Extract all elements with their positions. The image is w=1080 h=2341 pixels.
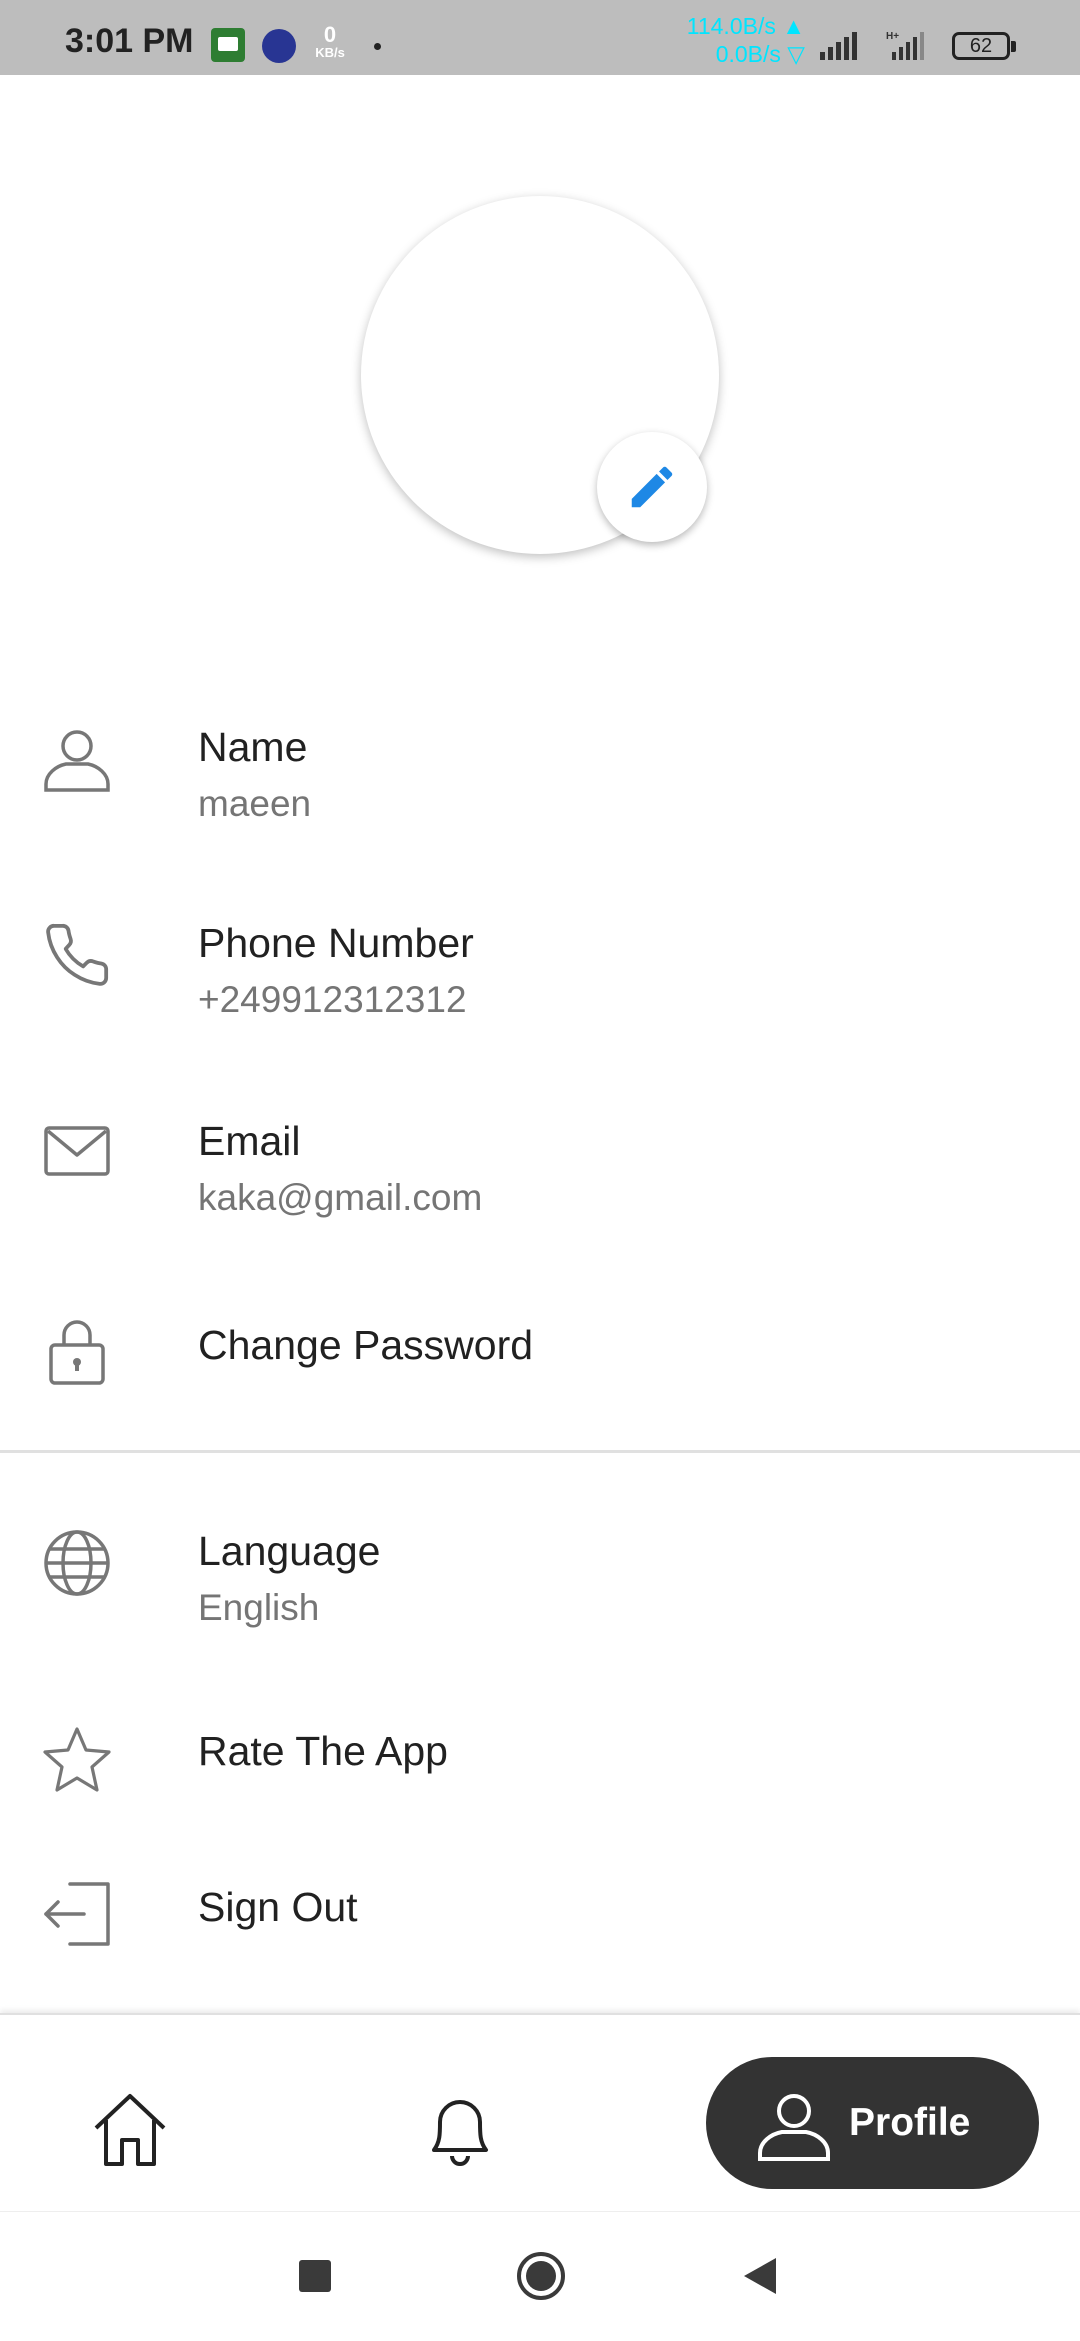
svg-text:H+: H+ (886, 31, 899, 42)
status-bar: 3:01 PM 0 KB/s 114.0B/s ▲ 0.0B/s ▽ H+ 62 (0, 0, 1080, 75)
language-label: Language (198, 1528, 381, 1574)
system-home-icon[interactable] (515, 2250, 567, 2302)
download-speed: 0.0B/s ▽ (715, 41, 805, 67)
phone-label: Phone Number (198, 920, 474, 966)
back-icon[interactable] (742, 2256, 778, 2296)
network-speed: 114.0B/s ▲ 0.0B/s ▽ (655, 12, 805, 68)
phone-value: +249912312312 (198, 979, 467, 1020)
email-value: kaka@gmail.com (198, 1177, 483, 1218)
profile-item-phone[interactable]: Phone Number +249912312312 (0, 898, 1080, 1048)
settings-item-language[interactable]: Language English (0, 1510, 1080, 1660)
home-icon[interactable] (90, 2090, 170, 2170)
mail-icon (42, 1116, 112, 1186)
person-icon (758, 2094, 830, 2161)
bell-icon[interactable] (420, 2090, 500, 2170)
profile-item-name[interactable]: Name maeen (0, 700, 1080, 850)
nav-profile-label: Profile (849, 2101, 971, 2144)
profile-item-email[interactable]: Email kaka@gmail.com (0, 1096, 1080, 1246)
network-rate: 0 KB/s (310, 24, 350, 60)
settings-item-rate-app[interactable]: Rate The App (0, 1715, 1080, 1825)
sign-out-label: Sign Out (198, 1884, 358, 1930)
pencil-icon (631, 466, 673, 508)
edit-avatar-button[interactable] (597, 432, 707, 542)
signal-h-plus-icon: H+ (886, 31, 924, 60)
section-divider (0, 1450, 1080, 1453)
bottom-navigation: Profile (0, 2013, 1080, 2213)
recent-apps-icon[interactable] (299, 2260, 331, 2292)
sign-out-icon (42, 1878, 112, 1948)
upload-speed: 114.0B/s ▲ (686, 13, 805, 39)
network-rate-unit: KB/s (315, 45, 345, 60)
profile-item-change-password[interactable]: Change Password (0, 1300, 1080, 1410)
email-label: Email (198, 1118, 301, 1164)
book-app-icon (211, 28, 245, 62)
rate-app-label: Rate The App (198, 1728, 448, 1774)
battery-icon: 62 (952, 32, 1016, 60)
person-icon (42, 724, 112, 794)
name-label: Name (198, 724, 308, 770)
notification-dot-icon (374, 43, 381, 50)
nav-profile-tab[interactable]: Profile (706, 2057, 1039, 2189)
network-rate-value: 0 (323, 22, 337, 47)
activity-app-icon (262, 29, 296, 63)
language-value: English (198, 1587, 320, 1628)
star-icon (42, 1725, 112, 1795)
phone-icon (42, 920, 112, 990)
name-value: maeen (198, 783, 312, 824)
system-navigation-bar (0, 2211, 1080, 2341)
lock-icon (42, 1315, 112, 1385)
signal-icon (820, 32, 857, 60)
change-password-label: Change Password (198, 1322, 534, 1368)
globe-icon (42, 1528, 112, 1598)
settings-item-sign-out[interactable]: Sign Out (0, 1870, 1080, 1980)
status-time: 3:01 PM (65, 22, 194, 60)
